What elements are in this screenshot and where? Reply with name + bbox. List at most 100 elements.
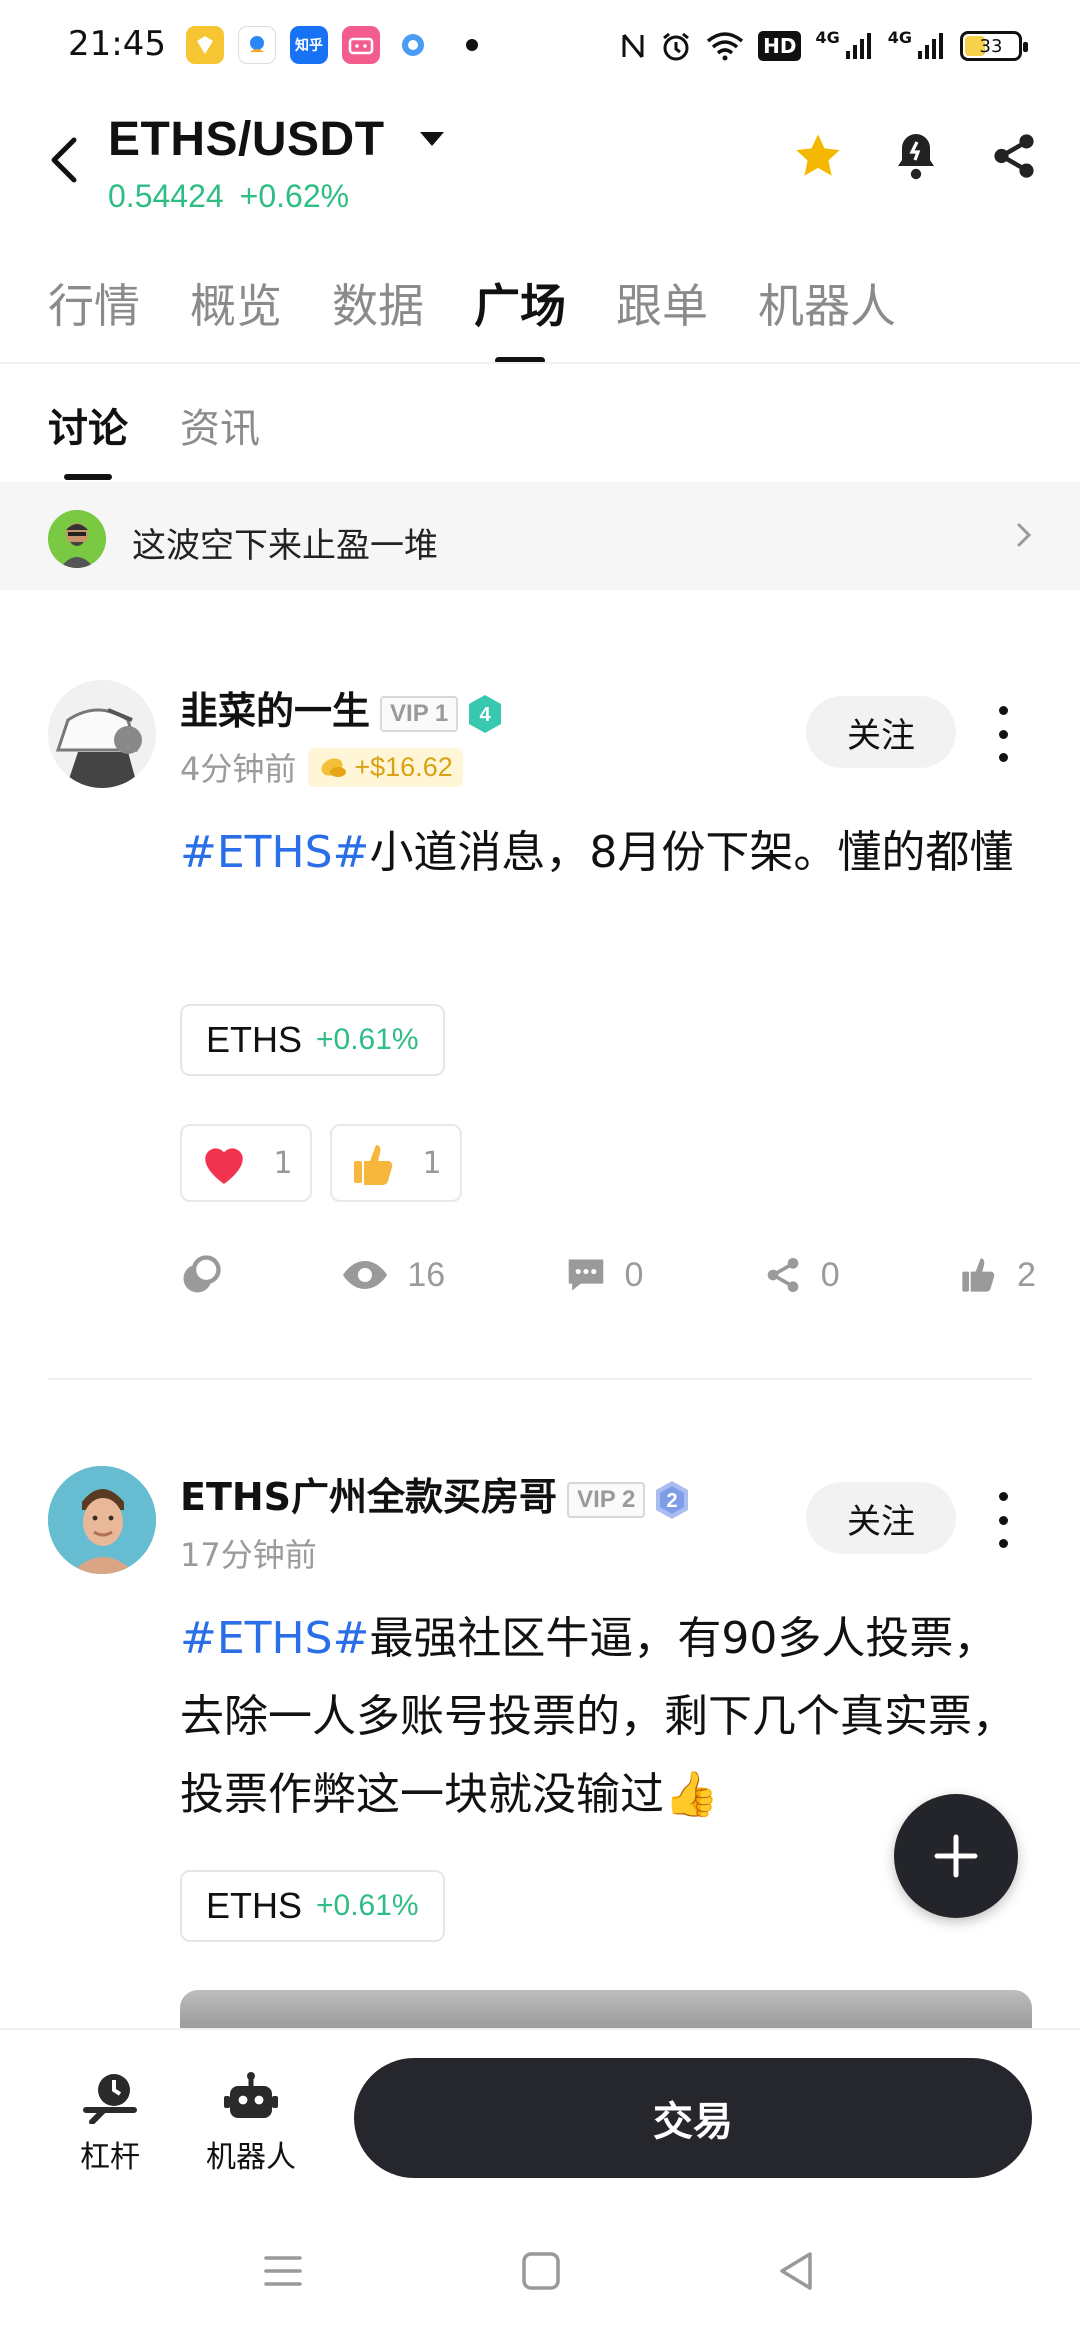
- hexagon-icon: 4: [469, 694, 502, 733]
- signal-4g-icon-2: 4G: [888, 28, 946, 64]
- share-icon[interactable]: [988, 130, 1040, 182]
- thumbs-up-emoji-icon: [354, 1145, 393, 1185]
- follow-button[interactable]: 关注: [806, 1482, 956, 1554]
- avatar[interactable]: [48, 1466, 156, 1574]
- post-content[interactable]: #ETHS#最强社区牛逼，有90多人投票，去除一人多账号投票的，剩下几个真实票，…: [180, 1600, 1020, 1834]
- notification-app-icon: [186, 26, 224, 64]
- battery-icon: 33: [960, 31, 1028, 61]
- browser-icon: [394, 26, 432, 64]
- like-button[interactable]: 2: [959, 1255, 1036, 1295]
- earnings-badge: +$16.62: [308, 747, 463, 787]
- notification-dot-icon: [466, 39, 478, 51]
- follow-button[interactable]: 关注: [806, 696, 956, 768]
- post-content[interactable]: #ETHS#小道消息，8月份下架。懂的都懂: [180, 814, 1020, 892]
- system-navigation-bar: [0, 2198, 1080, 2340]
- username[interactable]: 韭菜的一生 VIP 14: [180, 680, 504, 735]
- tabs-divider: [0, 362, 1080, 364]
- tab-market[interactable]: 行情: [48, 270, 140, 354]
- level-number: 2: [667, 1490, 678, 1512]
- star-icon[interactable]: [792, 130, 844, 182]
- home-icon[interactable]: [518, 2248, 564, 2294]
- price-alert-bell-icon[interactable]: [890, 130, 942, 182]
- tab-robot[interactable]: 机器人: [758, 270, 896, 354]
- share-post-button[interactable]: 0: [763, 1255, 840, 1295]
- post-meta: 4分钟前 +$16.62: [180, 744, 463, 790]
- trade-button[interactable]: 交易: [354, 2058, 1032, 2178]
- tip-button[interactable]: [180, 1254, 222, 1296]
- wifi-icon: [706, 28, 744, 64]
- last-price: 0.54424: [108, 178, 224, 214]
- price-change: +0.62%: [239, 178, 350, 214]
- coins-icon: [321, 758, 347, 777]
- tab-overview[interactable]: 概览: [190, 270, 282, 354]
- status-time: 21:45: [68, 24, 166, 64]
- pair-title[interactable]: ETHS/USDT: [108, 112, 385, 167]
- post-divider: [48, 1378, 1032, 1380]
- coin-tag[interactable]: ETHS +0.61%: [180, 1004, 445, 1076]
- header-actions: [792, 130, 1040, 182]
- thumbs-up-icon: [962, 1258, 995, 1292]
- eye-icon: [343, 1261, 388, 1289]
- level-badge: 2: [653, 1479, 691, 1521]
- avatar[interactable]: [48, 680, 156, 788]
- robot-icon: [224, 2072, 278, 2118]
- alarm-icon: [660, 28, 692, 64]
- heart-reaction-button[interactable]: 1: [180, 1124, 312, 1202]
- status-app-icons: 知乎: [186, 26, 478, 64]
- thumbs-up-reaction-button[interactable]: 1: [330, 1124, 462, 1202]
- back-triangle-icon[interactable]: [774, 2248, 820, 2294]
- avatar: [48, 510, 106, 568]
- post-time: 4分钟前: [180, 750, 297, 788]
- vip-badge: VIP 1: [380, 695, 459, 732]
- price-line: 0.54424 +0.62%: [108, 178, 349, 215]
- comments-button[interactable]: 0: [565, 1256, 643, 1295]
- hd-icon: HD: [758, 31, 802, 61]
- caret-down-icon[interactable]: [420, 132, 444, 146]
- heart-icon: [205, 1148, 244, 1184]
- chevron-right-icon: [1012, 520, 1036, 550]
- bilibili-icon: [342, 26, 380, 64]
- post-stats: 16 0 0 2: [180, 1254, 1036, 1296]
- bottom-action-bar: 杠杆 机器人 交易: [0, 2028, 1080, 2198]
- hexagon-icon: 2: [656, 1480, 689, 1519]
- qq-icon: [238, 26, 276, 64]
- chevron-left-icon: [51, 137, 77, 183]
- robot-button[interactable]: 机器人: [206, 2070, 296, 2176]
- nfc-icon: [620, 28, 646, 64]
- hashtag-link[interactable]: #ETHS#: [180, 827, 369, 878]
- sub-tabs: 讨论 资讯: [48, 396, 260, 454]
- leverage-button[interactable]: 杠杆: [80, 2070, 140, 2176]
- level-badge: 4: [466, 693, 504, 735]
- subtab-discussion[interactable]: 讨论: [48, 396, 128, 454]
- leverage-icon: [83, 2074, 137, 2124]
- username[interactable]: ETHS广州全款买房哥 VIP 22: [180, 1466, 691, 1521]
- post-image[interactable]: [180, 1990, 1032, 2030]
- status-indicators: HD 4G 4G 33: [620, 28, 1028, 64]
- post-meta: 17分钟前: [180, 1530, 317, 1576]
- tab-data[interactable]: 数据: [332, 270, 424, 354]
- post-time: 17分钟前: [180, 1536, 317, 1574]
- vip-badge: VIP 2: [567, 1481, 646, 1518]
- reactions: 1 1: [180, 1124, 462, 1202]
- main-tabs: 行情 概览 数据 广场 跟单 机器人: [48, 270, 896, 354]
- plus-icon: [934, 1834, 978, 1878]
- more-options-icon[interactable]: [990, 706, 1016, 762]
- views-stat: 16: [341, 1256, 445, 1295]
- zhihu-icon: 知乎: [290, 26, 328, 64]
- hashtag-link[interactable]: #ETHS#: [180, 1613, 369, 1664]
- back-button[interactable]: [44, 134, 88, 186]
- create-post-button[interactable]: [894, 1794, 1018, 1918]
- comment-icon: [568, 1259, 603, 1291]
- coin-tip-icon: [183, 1255, 221, 1293]
- coin-tag[interactable]: ETHS +0.61%: [180, 1870, 445, 1942]
- tab-copy-trading[interactable]: 跟单: [616, 270, 708, 354]
- tab-square[interactable]: 广场: [474, 270, 566, 354]
- more-options-icon[interactable]: [990, 1492, 1016, 1548]
- signal-4g-icon: 4G: [815, 28, 873, 64]
- share-icon: [767, 1258, 799, 1292]
- banner-text: 这波空下来止盈一堆: [132, 526, 438, 566]
- subtab-news[interactable]: 资讯: [180, 396, 260, 454]
- menu-icon[interactable]: [260, 2248, 306, 2294]
- status-bar: 21:45 知乎 HD 4G 4G 33: [0, 0, 1080, 96]
- hot-post-banner[interactable]: 这波空下来止盈一堆: [0, 482, 1080, 590]
